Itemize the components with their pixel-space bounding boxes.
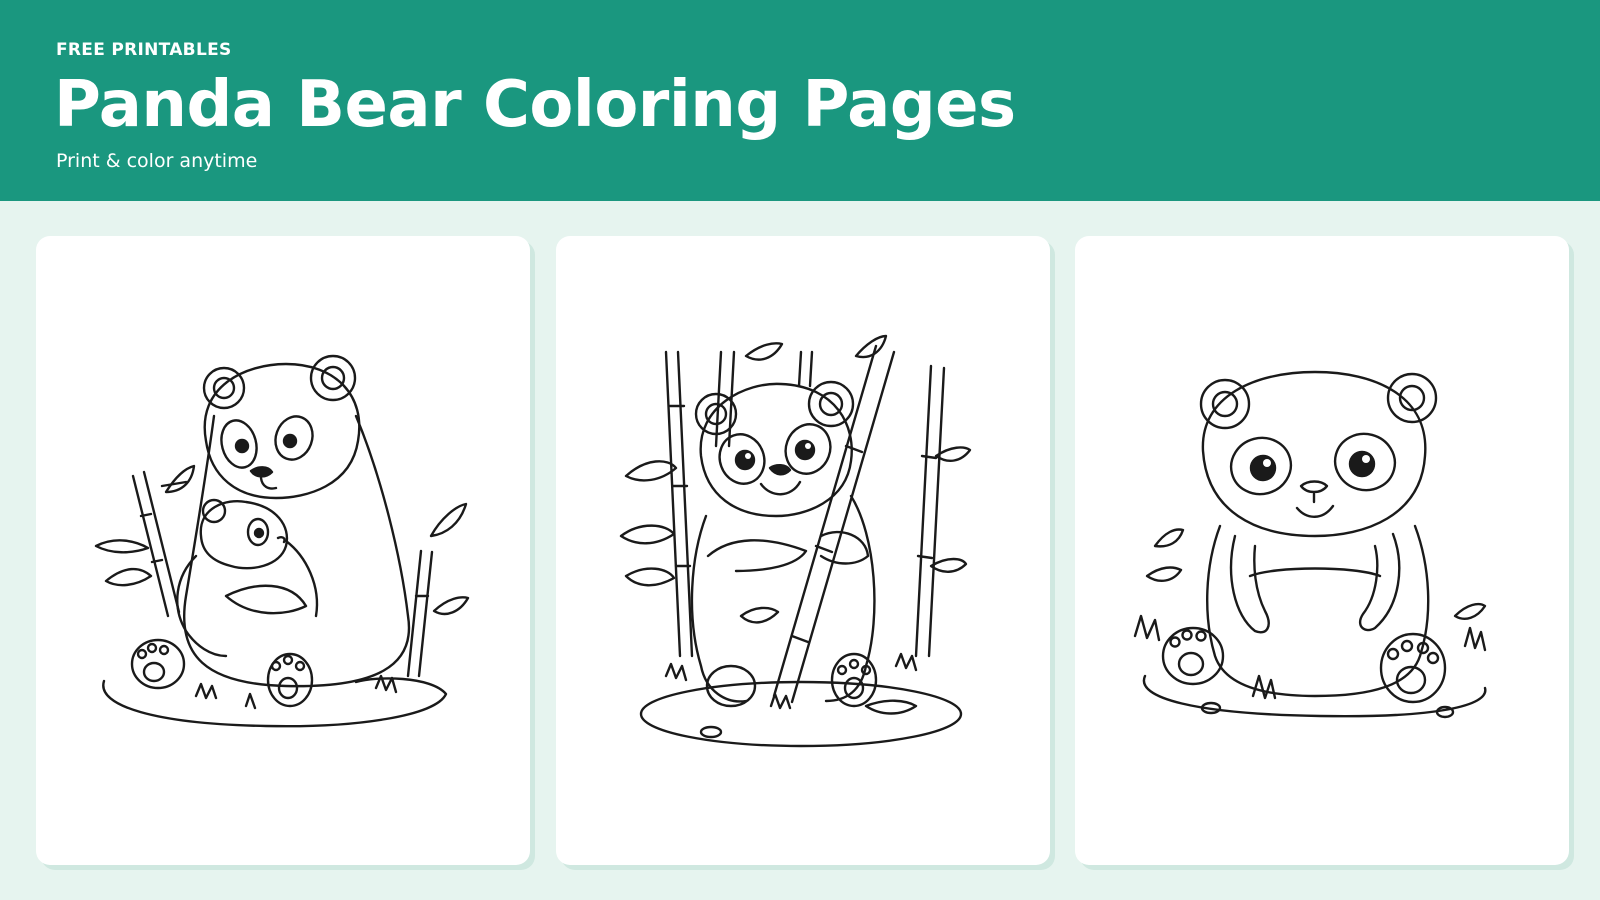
page-subtitle: Print & color anytime: [56, 150, 258, 172]
bamboo-hug-panda-illustration: [619, 334, 972, 748]
coloring-page-card-sitting-panda[interactable]: [1075, 236, 1569, 865]
page-header: FREE PRINTABLES Panda Bear Coloring Page…: [0, 0, 1600, 201]
eyebrow-label: FREE PRINTABLES: [56, 40, 232, 60]
page-title: Panda Bear Coloring Pages: [54, 68, 1016, 142]
sitting-panda-illustration: [1133, 370, 1487, 719]
coloring-page-card-bamboo-hug[interactable]: [556, 236, 1050, 865]
mother-cub-panda-illustration: [94, 354, 470, 728]
coloring-page-card-mother-cub[interactable]: [36, 236, 530, 865]
